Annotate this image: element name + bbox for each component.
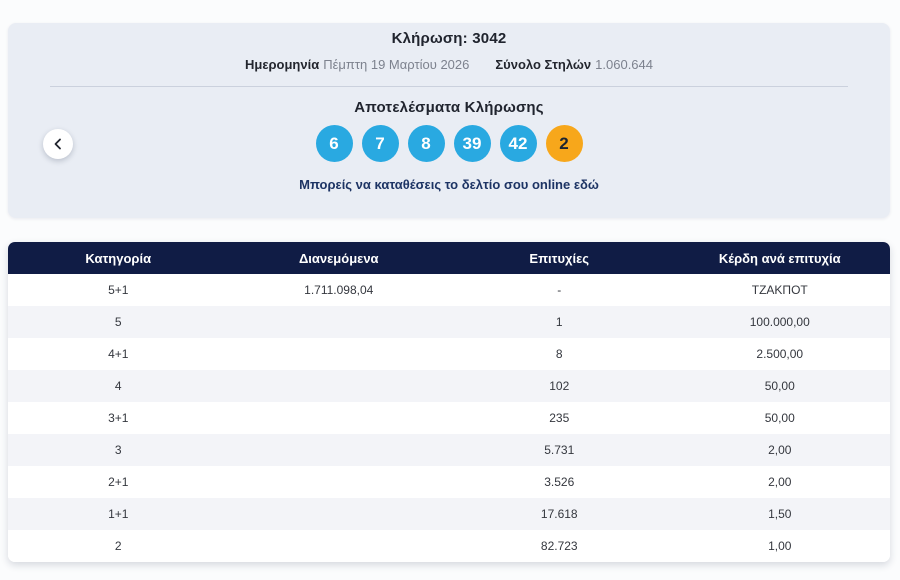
table-cell: [229, 466, 450, 498]
table-row: 2 82.723 1,00: [8, 530, 890, 562]
table-header-cell: Επιτυχίες: [529, 250, 590, 266]
table-cell: 5+1: [108, 283, 129, 297]
drawn-numbers: 6 7 8 39 42 2: [8, 125, 890, 162]
draw-title-label: Κλήρωση:: [391, 30, 468, 47]
table-cell: 3+1: [108, 411, 129, 425]
table-cell: [229, 370, 450, 402]
draw-date: Ημερομηνία Πέμπτη 19 Μαρτίου 2026: [245, 57, 469, 72]
table-cell: 4+1: [108, 347, 129, 361]
table-cell: 102: [549, 379, 570, 393]
table-cell: 5: [114, 315, 122, 329]
table-cell: 3.526: [544, 475, 575, 489]
table-cell: 2: [114, 539, 122, 553]
number-ball: 7: [361, 125, 399, 162]
draw-date-label: Ημερομηνία: [244, 57, 320, 72]
table-cell: 2+1: [108, 475, 129, 489]
table-header-cell: Κέρδη ανά επιτυχία: [718, 250, 841, 266]
table-cell: 50,00: [764, 379, 795, 393]
results-heading: Αποτελέσματα Κλήρωσης: [354, 99, 544, 116]
table-row: 5+1 1.711.098,04 - ΤΖΑΚΠΟΤ: [8, 274, 890, 306]
table-cell: 235: [549, 411, 570, 425]
table-cell: 8: [555, 347, 563, 361]
table-cell: [229, 498, 450, 530]
payout-table-header: Κατηγορία Διανεμόμενα Επιτυχίες Κέρδη ανά ε…: [8, 242, 890, 274]
draw-date-value: Πέμπτη 19 Μαρτίου 2026: [323, 57, 470, 72]
table-cell: [229, 434, 450, 466]
total-columns-label: Σύνολο Στηλών: [495, 57, 592, 72]
number-ball: 6: [315, 125, 353, 162]
section-divider: [50, 86, 848, 87]
table-cell: 1: [555, 315, 563, 329]
table-cell: 5.731: [544, 443, 575, 457]
table-cell: 100.000,00: [749, 315, 810, 329]
table-cell: 2,00: [768, 443, 792, 457]
table-cell: 2,00: [768, 475, 792, 489]
payout-table-body: 5+1 1.711.098,04- ΤΖΑΚΠΟΤ 5 1 100.000,00 4+1 8 2…: [8, 274, 890, 562]
chevron-left-icon: [53, 138, 63, 150]
previous-draw-button[interactable]: [43, 129, 73, 159]
table-row: 2+1 3.526 2,00: [8, 466, 890, 498]
table-row: 3+1 235 50,00: [8, 402, 890, 434]
table-row: 3 5.731 2,00: [8, 434, 890, 466]
table-cell: 1,50: [768, 507, 792, 521]
table-cell: 1+1: [108, 507, 129, 521]
table-row: 1+1 17.618 1,50: [8, 498, 890, 530]
bonus-number-ball: 2: [545, 125, 583, 162]
total-columns-value: 1.060.644: [595, 57, 653, 72]
payout-table-card: Κατηγορία Διανεμόμενα Επιτυχίες Κέρδη ανά ε…: [8, 242, 890, 562]
table-cell: [229, 306, 450, 338]
table-cell: 3: [114, 443, 122, 457]
table-cell: 4: [114, 379, 122, 393]
total-columns: Σύνολο Στηλών 1.060.644: [495, 57, 653, 72]
table-cell: 1,00: [768, 539, 792, 553]
draw-meta: Ημερομηνία Πέμπτη 19 Μαρτίου 2026 Σύνολο …: [8, 57, 890, 72]
table-header-cell: Κατηγορία: [85, 250, 152, 266]
table-cell: 17.618: [540, 507, 578, 521]
table-row: 4+1 8 2.500,00: [8, 338, 890, 370]
number-ball: 42: [499, 125, 537, 162]
table-cell: -: [557, 283, 562, 297]
table-row: 4 102 50,00: [8, 370, 890, 402]
draw-title: Κλήρωση: 3042: [8, 31, 890, 47]
number-ball: 8: [407, 125, 445, 162]
table-header-cell: Διανεμόμενα: [298, 250, 379, 266]
draw-summary-card: Κλήρωση: 3042 Ημερομηνία Πέμπτη 19 Μαρτίο…: [8, 23, 890, 218]
table-cell: ΤΖΑΚΠΟΤ: [751, 283, 808, 297]
table-cell: [229, 402, 450, 434]
draw-number: 3042: [472, 30, 507, 47]
table-cell: 50,00: [764, 411, 795, 425]
table-row: 5 1 100.000,00: [8, 306, 890, 338]
table-cell: 2.500,00: [756, 347, 804, 361]
number-ball: 39: [453, 125, 491, 162]
table-cell: 1.711.098,04: [304, 283, 374, 297]
table-cell: [229, 338, 450, 370]
submit-ticket-online-link[interactable]: Μπορείς να καταθέσεις το δελτίο σου onli…: [299, 177, 599, 192]
table-cell: 82.723: [540, 539, 578, 553]
table-cell: [229, 530, 450, 562]
